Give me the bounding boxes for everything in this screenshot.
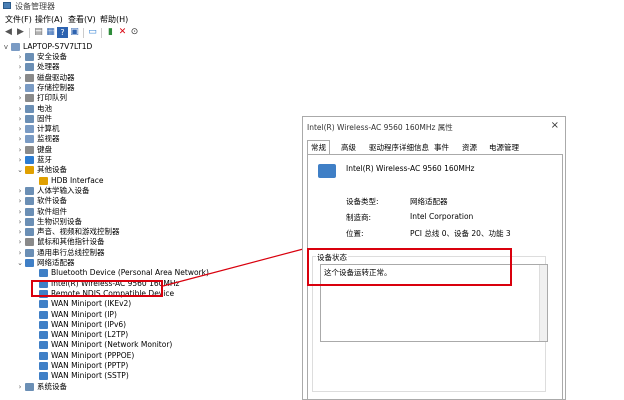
tab-advanced[interactable]: 高级 bbox=[341, 142, 356, 153]
dialog-title-bar: Intel(R) Wireless-AC 9560 160MHz 属性 × bbox=[303, 117, 565, 135]
highlight-box-status bbox=[307, 248, 512, 286]
status-scrollbar[interactable] bbox=[539, 265, 547, 341]
network-adapter-icon bbox=[318, 164, 336, 178]
manufacturer-label: 制造商: bbox=[346, 213, 372, 222]
tab-general[interactable]: 常规 bbox=[307, 140, 330, 154]
device-type-value: 网络适配器 bbox=[410, 197, 448, 206]
dialog-tabs: 常规 高级 驱动程序 详细信息 事件 资源 电源管理 bbox=[307, 140, 563, 154]
tab-details[interactable]: 详细信息 bbox=[399, 142, 429, 153]
dialog-title: Intel(R) Wireless-AC 9560 160MHz 属性 bbox=[307, 123, 453, 132]
device-name: Intel(R) Wireless-AC 9560 160MHz bbox=[346, 164, 475, 173]
location-value: PCI 总线 0、设备 20、功能 3 bbox=[410, 229, 511, 238]
manufacturer-value: Intel Corporation bbox=[410, 212, 474, 221]
device-type-label: 设备类型: bbox=[346, 197, 379, 206]
tab-power-management[interactable]: 电源管理 bbox=[489, 142, 519, 153]
tab-driver[interactable]: 驱动程序 bbox=[369, 142, 399, 153]
location-label: 位置: bbox=[346, 229, 364, 238]
tab-events[interactable]: 事件 bbox=[434, 142, 449, 153]
tab-resources[interactable]: 资源 bbox=[462, 142, 477, 153]
close-icon[interactable]: × bbox=[551, 120, 559, 131]
